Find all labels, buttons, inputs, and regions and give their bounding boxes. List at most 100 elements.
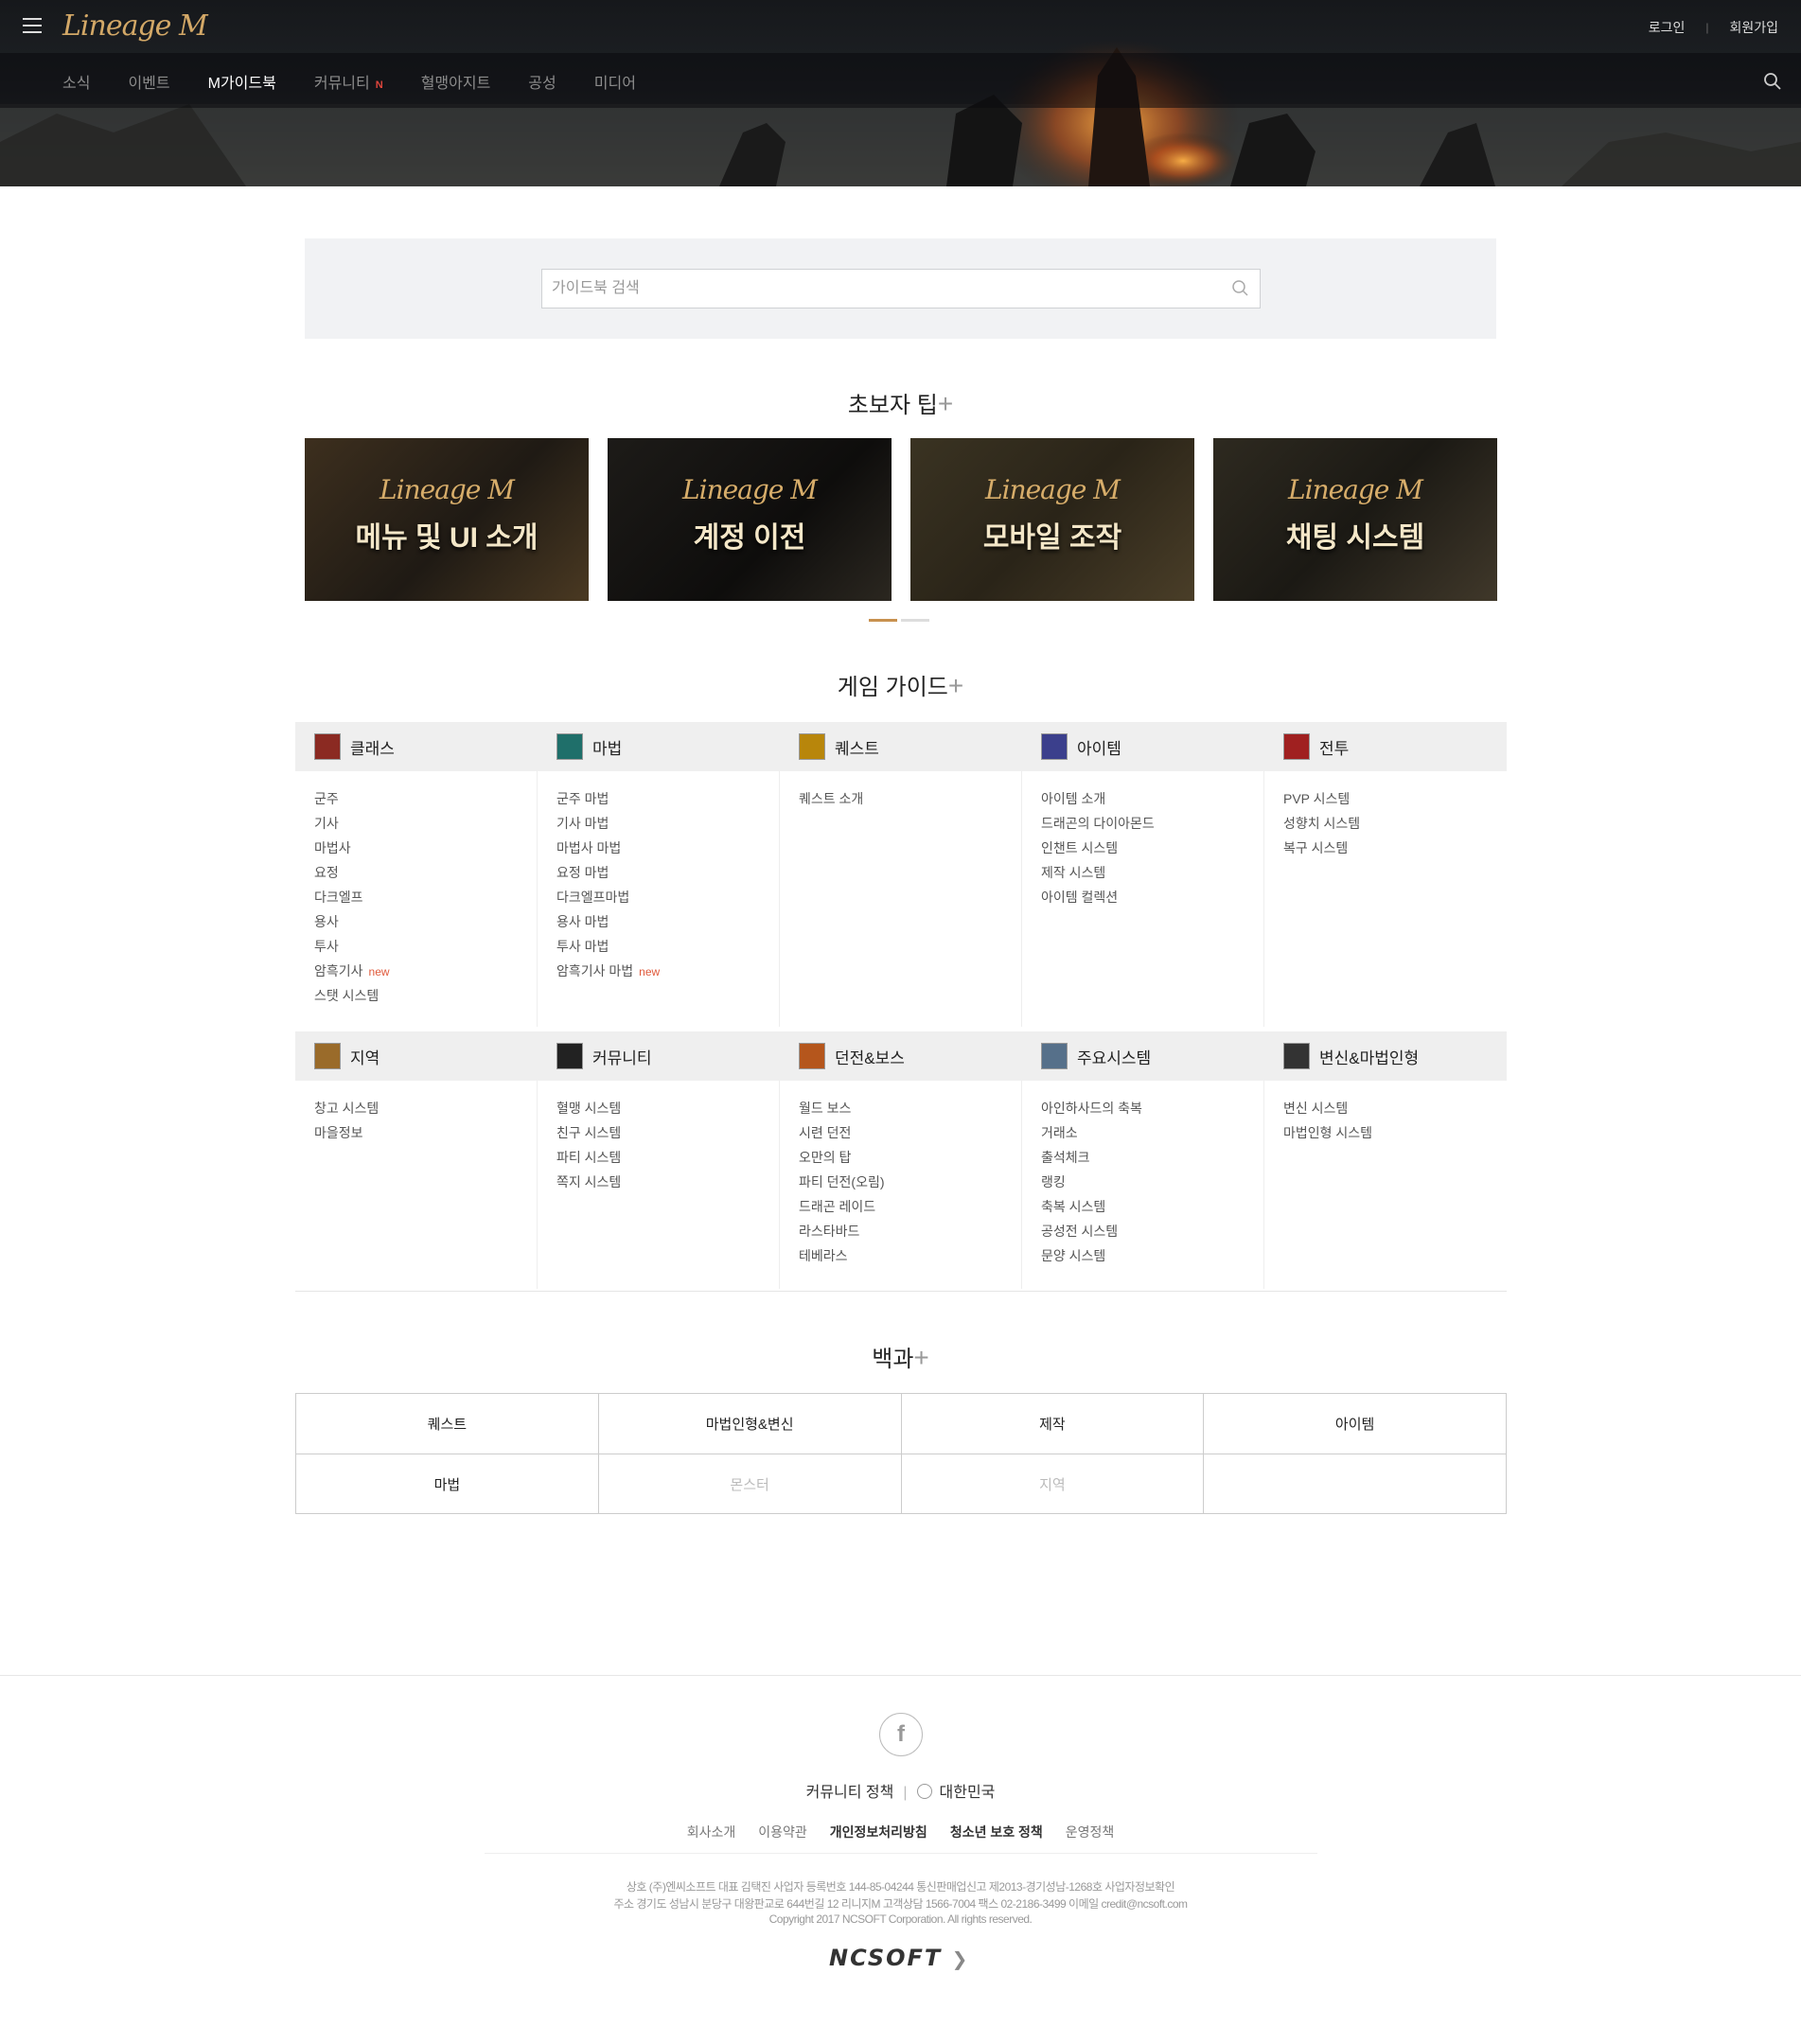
guide-link[interactable]: 아인하사드의 축복 xyxy=(1041,1096,1263,1120)
footer-link[interactable]: 회사소개 xyxy=(687,1824,736,1840)
guide-link[interactable]: 거래소 xyxy=(1041,1120,1263,1145)
guide-category-header[interactable]: 주요시스템 xyxy=(1022,1031,1264,1081)
search-icon[interactable] xyxy=(1231,279,1250,298)
login-link[interactable]: 로그인 xyxy=(1649,18,1686,37)
footer-link[interactable]: 운영정책 xyxy=(1066,1824,1115,1840)
guide-link[interactable]: 문양 시스템 xyxy=(1041,1243,1263,1268)
encyclopedia-cell[interactable]: 몬스터 xyxy=(597,1454,901,1513)
guide-category-header[interactable]: 퀘스트 xyxy=(780,722,1022,771)
guide-link[interactable]: 용사 xyxy=(314,909,537,934)
tip-card[interactable]: Lineage M 메뉴 및 UI 소개 xyxy=(305,438,589,601)
guide-link[interactable]: 군주 xyxy=(314,786,537,811)
lineage-m-logo[interactable]: Lineage M xyxy=(62,9,208,43)
guide-category-header[interactable]: 전투 xyxy=(1264,722,1507,771)
more-plus-icon[interactable]: + xyxy=(948,671,963,700)
guide-link[interactable]: 용사 마법 xyxy=(556,909,779,934)
guide-link[interactable]: 월드 보스 xyxy=(799,1096,1021,1120)
guide-link[interactable]: 혈맹 시스템 xyxy=(556,1096,779,1120)
guide-link[interactable]: 랭킹 xyxy=(1041,1170,1263,1194)
guide-link[interactable]: 성향치 시스템 xyxy=(1283,811,1507,836)
guide-link[interactable]: 아이템 소개 xyxy=(1041,786,1263,811)
game-guide-heading[interactable]: 게임 가이드+ xyxy=(0,668,1801,701)
guide-link[interactable]: 기사 xyxy=(314,811,537,836)
guide-link[interactable]: 요정 xyxy=(314,860,537,885)
encyclopedia-cell[interactable]: 지역 xyxy=(900,1454,1204,1513)
guide-link[interactable]: 마법사 마법 xyxy=(556,836,779,860)
encyclopedia-cell[interactable]: 제작 xyxy=(900,1394,1204,1454)
guide-link[interactable]: 기사 마법 xyxy=(556,811,779,836)
guide-link[interactable]: 마을정보 xyxy=(314,1120,537,1145)
guide-category-header[interactable]: 마법 xyxy=(538,722,780,771)
hamburger-menu-icon[interactable] xyxy=(23,18,42,33)
guide-link[interactable]: 인챈트 시스템 xyxy=(1041,836,1263,860)
tip-card[interactable]: Lineage M 계정 이전 xyxy=(608,438,892,601)
guide-link[interactable]: 시련 던전 xyxy=(799,1120,1021,1145)
guide-link[interactable]: 투사 마법 xyxy=(556,934,779,959)
guide-category-header[interactable]: 던전&보스 xyxy=(780,1031,1022,1081)
guide-link[interactable]: 다크엘프마법 xyxy=(556,885,779,909)
encyclopedia-cell[interactable]: 마법 xyxy=(296,1454,598,1513)
guide-link[interactable]: 변신 시스템 xyxy=(1283,1096,1507,1120)
guide-link[interactable]: 라스타바드 xyxy=(799,1219,1021,1243)
nav-item[interactable]: 소식 xyxy=(62,70,90,93)
footer-link[interactable]: 개인정보처리방침 xyxy=(830,1824,927,1840)
guide-link[interactable]: 마법인형 시스템 xyxy=(1283,1120,1507,1145)
guide-link[interactable]: 제작 시스템 xyxy=(1041,860,1263,885)
guide-link[interactable]: 마법사 xyxy=(314,836,537,860)
guide-category-header[interactable]: 아이템 xyxy=(1022,722,1264,771)
nav-item[interactable]: 이벤트 xyxy=(128,70,169,93)
guidebook-search-input[interactable] xyxy=(542,270,1260,308)
guide-link[interactable]: 축복 시스템 xyxy=(1041,1194,1263,1219)
nav-item[interactable]: 혈맹아지트 xyxy=(421,70,491,93)
guide-link[interactable]: 출석체크 xyxy=(1041,1145,1263,1170)
guide-link[interactable]: PVP 시스템 xyxy=(1283,786,1507,811)
signup-link[interactable]: 회원가입 xyxy=(1729,18,1778,37)
carousel-dot[interactable] xyxy=(869,619,897,622)
guide-category-header[interactable]: 지역 xyxy=(295,1031,538,1081)
ncsoft-logo[interactable]: NCSOFT ❯ xyxy=(829,1945,969,1971)
facebook-icon[interactable]: f xyxy=(879,1713,923,1756)
encyclopedia-cell[interactable]: 아이템 xyxy=(1203,1394,1506,1454)
nav-item[interactable]: M가이드북 xyxy=(208,70,276,93)
nav-item[interactable]: 커뮤니티 xyxy=(314,76,370,92)
guide-link[interactable]: 드래곤의 다이아몬드 xyxy=(1041,811,1263,836)
guide-category-header[interactable]: 변신&마법인형 xyxy=(1264,1031,1507,1081)
guide-link[interactable]: 요정 마법 xyxy=(556,860,779,885)
guide-link[interactable]: 군주 마법 xyxy=(556,786,779,811)
guide-link[interactable]: 퀘스트 소개 xyxy=(799,786,1021,811)
more-plus-icon[interactable]: + xyxy=(938,389,953,418)
beginner-tips-heading[interactable]: 초보자 팁+ xyxy=(0,386,1801,419)
encyclopedia-heading[interactable]: 백과+ xyxy=(0,1340,1801,1373)
footer-link[interactable]: 이용약관 xyxy=(758,1824,807,1840)
guide-link[interactable]: 아이템 컬렉션 xyxy=(1041,885,1263,909)
guide-link[interactable]: 암흑기사 new xyxy=(314,959,537,983)
community-policy-link[interactable]: 커뮤니티 정책 xyxy=(806,1785,894,1801)
guide-link[interactable]: 오만의 탑 xyxy=(799,1145,1021,1170)
guide-link[interactable]: 파티 시스템 xyxy=(556,1145,779,1170)
guide-link[interactable]: 쪽지 시스템 xyxy=(556,1170,779,1194)
encyclopedia-cell[interactable]: 마법인형&변신 xyxy=(597,1394,901,1454)
guide-category-header[interactable]: 클래스 xyxy=(295,722,538,771)
guide-link[interactable]: 창고 시스템 xyxy=(314,1096,537,1120)
tip-card[interactable]: Lineage M 채팅 시스템 xyxy=(1213,438,1497,601)
tip-card[interactable]: Lineage M 모바일 조작 xyxy=(910,438,1194,601)
more-plus-icon[interactable]: + xyxy=(913,1343,928,1372)
guide-category-header[interactable]: 커뮤니티 xyxy=(538,1031,780,1081)
guide-link[interactable]: 스탯 시스템 xyxy=(314,983,537,1008)
region-selector[interactable]: 대한민국 xyxy=(940,1785,996,1801)
nav-item[interactable]: 미디어 xyxy=(594,70,636,93)
guide-link[interactable]: 파티 던전(오림) xyxy=(799,1170,1021,1194)
guide-link[interactable]: 암흑기사 마법 new xyxy=(556,959,779,983)
nav-item[interactable]: 공성 xyxy=(528,70,556,93)
search-icon[interactable] xyxy=(1763,72,1782,91)
guide-link[interactable]: 드래곤 레이드 xyxy=(799,1194,1021,1219)
guide-link[interactable]: 다크엘프 xyxy=(314,885,537,909)
carousel-dot[interactable] xyxy=(901,619,929,622)
footer-link[interactable]: 청소년 보호 정책 xyxy=(950,1824,1043,1840)
encyclopedia-cell[interactable]: 퀘스트 xyxy=(296,1394,598,1454)
guide-link[interactable]: 투사 xyxy=(314,934,537,959)
guide-link[interactable]: 복구 시스템 xyxy=(1283,836,1507,860)
guide-link[interactable]: 친구 시스템 xyxy=(556,1120,779,1145)
guide-link[interactable]: 공성전 시스템 xyxy=(1041,1219,1263,1243)
guide-link[interactable]: 테베라스 xyxy=(799,1243,1021,1268)
